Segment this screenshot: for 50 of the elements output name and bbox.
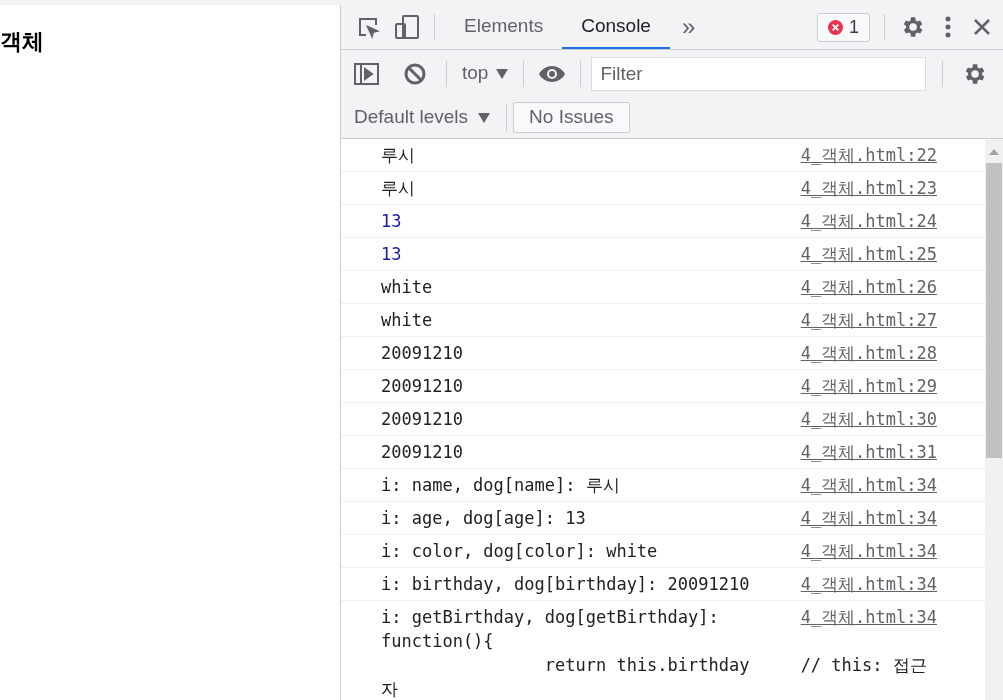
- source-link[interactable]: 4_객체.html:26: [800, 275, 937, 299]
- source-link[interactable]: 4_객체.html:29: [800, 374, 937, 398]
- log-message: 루시: [381, 177, 415, 200]
- eye-icon[interactable]: [538, 64, 567, 83]
- source-link[interactable]: 4_객체.html:34: [800, 473, 937, 497]
- log-message-continuation: function(){ return this.birthday // this: 접근자: [381, 630, 928, 700]
- inspect-icon[interactable]: [356, 15, 380, 39]
- source-link[interactable]: 4_객체.html:34: [800, 605, 937, 629]
- log-message: i: age, dog[age]: 13: [381, 507, 586, 530]
- log-message: i: birthday, dog[birthday]: 20091210: [381, 573, 750, 596]
- source-link[interactable]: 4_객체.html:34: [800, 539, 937, 563]
- panel-tab[interactable]: Elements: [445, 5, 563, 49]
- log-message: 13: [381, 243, 402, 266]
- source-link[interactable]: 4_객체.html:34: [800, 506, 937, 530]
- log-message: 20091210: [381, 375, 463, 398]
- device-toolbar-icon[interactable]: [394, 14, 420, 40]
- context-dropdown[interactable]: top: [462, 59, 509, 88]
- sidebar-toggle-icon[interactable]: [354, 62, 379, 85]
- clear-icon[interactable]: [404, 62, 426, 85]
- more-tabs-button[interactable]: »: [681, 9, 696, 45]
- log-message: 13: [381, 210, 402, 233]
- source-link[interactable]: 4_객체.html:24: [800, 209, 937, 233]
- source-link[interactable]: 4_객체.html:25: [800, 242, 937, 266]
- more-options-icon[interactable]: [945, 16, 951, 38]
- source-link[interactable]: 4_객체.html:31: [800, 440, 937, 464]
- log-message: i: getBirthday, dog[getBirthday]:: [381, 606, 719, 629]
- log-message: white: [381, 309, 433, 332]
- page-heading: 객체: [0, 28, 44, 56]
- log-message: i: name, dog[name]: 루시: [381, 474, 620, 497]
- filter-field[interactable]: Filter: [591, 56, 927, 91]
- close-icon[interactable]: [973, 18, 991, 36]
- caret-icon: [496, 68, 509, 79]
- source-link[interactable]: 4_객체.html:23: [800, 176, 937, 200]
- scrollbar[interactable]: [985, 139, 1003, 700]
- source-link[interactable]: 4_객체.html:22: [800, 143, 937, 167]
- error-icon: [828, 19, 843, 35]
- error-count-badge[interactable]: 1: [817, 12, 870, 42]
- log-message: 20091210: [381, 441, 463, 464]
- source-link[interactable]: 4_객체.html:34: [800, 572, 937, 596]
- levels-dropdown[interactable]: Default levels: [354, 103, 491, 132]
- log-message: 루시: [381, 144, 415, 167]
- source-link[interactable]: 4_객체.html:30: [800, 407, 937, 431]
- log-message: white: [381, 276, 433, 299]
- source-link[interactable]: 4_객체.html:27: [800, 308, 937, 332]
- log-message: i: color, dog[color]: white: [381, 540, 658, 563]
- log-message: 20091210: [381, 342, 463, 365]
- source-link[interactable]: 4_객체.html:28: [800, 341, 937, 365]
- log-message: 20091210: [381, 408, 463, 431]
- issues-button[interactable]: No Issues: [513, 102, 630, 133]
- caret-icon: [478, 112, 491, 123]
